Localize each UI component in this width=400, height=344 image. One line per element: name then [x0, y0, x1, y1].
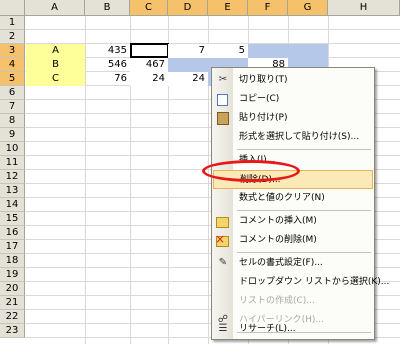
column-header-b[interactable]: B — [85, 0, 130, 16]
row-header-23[interactable]: 23 — [0, 324, 25, 338]
row-header-8[interactable]: 8 — [0, 114, 25, 128]
column-header-g[interactable]: G — [288, 0, 328, 16]
menu-item-copy[interactable]: コピー(C) — [213, 90, 373, 109]
column-header-d[interactable]: D — [168, 0, 208, 16]
menu-item-research[interactable]: ☰ リサーチ(L)... — [213, 320, 373, 339]
cell-b5[interactable]: 76 — [86, 72, 130, 86]
menu-item-paste-special[interactable]: 形式を選択して貼り付け(S)... — [213, 128, 373, 147]
paste-icon — [217, 112, 229, 125]
cell-e3[interactable]: 5 — [208, 44, 248, 58]
row-header-3[interactable]: 3 — [0, 44, 25, 58]
column-header-e[interactable]: E — [208, 0, 248, 16]
menu-item-format-cells[interactable]: ✎ セルの書式設定(F)... — [213, 254, 373, 273]
annotation-circle — [202, 160, 300, 182]
menu-item-label: 数式と値のクリア(N) — [239, 193, 325, 203]
menu-item-clear-contents[interactable]: 数式と値のクリア(N) — [213, 189, 373, 208]
column-header-a[interactable]: A — [25, 0, 85, 16]
select-all-corner[interactable] — [0, 0, 25, 16]
cell-b4[interactable]: 546 — [86, 58, 130, 72]
menu-item-delete-comment[interactable]: コメントの削除(M) — [213, 231, 373, 250]
row-header-12[interactable]: 12 — [0, 170, 25, 184]
menu-item-label: ドロップダウン リストから選択(K)... — [239, 277, 390, 287]
row-header-9[interactable]: 9 — [0, 128, 25, 142]
menu-item-label: リサーチ(L)... — [239, 324, 296, 334]
row-header-15[interactable]: 15 — [0, 212, 25, 226]
menu-item-paste[interactable]: 貼り付け(P) — [213, 109, 373, 128]
menu-separator — [237, 252, 371, 253]
row-header-6[interactable]: 6 — [0, 86, 25, 100]
column-header-h[interactable]: H — [328, 0, 400, 16]
row-header-5[interactable]: 5 — [0, 72, 25, 86]
row-header-17[interactable]: 17 — [0, 240, 25, 254]
row-header-2[interactable]: 2 — [0, 30, 25, 44]
row-header-11[interactable]: 11 — [0, 156, 25, 170]
menu-item-pick-from-dropdown[interactable]: ドロップダウン リストから選択(K)... — [213, 273, 389, 292]
menu-item-cut[interactable]: ✂ 切り取り(T) — [213, 71, 373, 90]
cell-a5[interactable]: C — [26, 72, 85, 86]
scissors-icon: ✂ — [218, 74, 228, 85]
menu-item-label: コメントの削除(M) — [239, 235, 317, 245]
cell-a4[interactable]: B — [26, 58, 85, 72]
menu-item-label: 形式を選択して貼り付け(S)... — [239, 132, 360, 142]
row-header-18[interactable]: 18 — [0, 254, 25, 268]
cell-d3[interactable]: 7 — [168, 44, 208, 58]
menu-item-label: コメントの挿入(M) — [239, 216, 317, 226]
comment-icon — [216, 217, 229, 228]
row-header-14[interactable]: 14 — [0, 198, 25, 212]
menu-item-label: コピー(C) — [239, 94, 280, 104]
cell-c3-active[interactable] — [130, 43, 169, 58]
cell-c5[interactable]: 24 — [130, 72, 168, 86]
row-header-22[interactable]: 22 — [0, 310, 25, 324]
row-header-13[interactable]: 13 — [0, 184, 25, 198]
column-header-c[interactable]: C — [130, 0, 168, 16]
menu-item-label: 貼り付け(P) — [239, 113, 288, 123]
row-header-19[interactable]: 19 — [0, 268, 25, 282]
delete-comment-icon — [215, 232, 229, 247]
research-icon: ☰ — [218, 323, 228, 334]
cell-a3[interactable]: A — [26, 44, 85, 58]
menu-separator — [237, 149, 371, 150]
row-header-1[interactable]: 1 — [0, 16, 25, 30]
column-header-f[interactable]: F — [248, 0, 288, 16]
menu-item-label: セルの書式設定(F)... — [239, 258, 323, 268]
cell-b3[interactable]: 435 — [86, 44, 130, 58]
row-header-20[interactable]: 20 — [0, 282, 25, 296]
cell-d5[interactable]: 24 — [168, 72, 208, 86]
menu-item-label: リストの作成(C)... — [239, 296, 315, 306]
row-header-4[interactable]: 4 — [0, 58, 25, 72]
format-cells-icon: ✎ — [218, 257, 228, 268]
row-header-16[interactable]: 16 — [0, 226, 25, 240]
copy-icon — [217, 94, 228, 106]
menu-item-label: 切り取り(T) — [239, 75, 288, 85]
menu-item-insert-comment[interactable]: コメントの挿入(M) — [213, 212, 373, 231]
row-header-21[interactable]: 21 — [0, 296, 25, 310]
row-header-10[interactable]: 10 — [0, 142, 25, 156]
cell-c4[interactable]: 467 — [130, 58, 168, 72]
row-header-7[interactable]: 7 — [0, 100, 25, 114]
context-menu: ✂ 切り取り(T) コピー(C) 貼り付け(P) 形式を選択して貼り付け(S).… — [211, 67, 389, 340]
menu-item-create-list: リストの作成(C)... — [213, 292, 373, 311]
menu-separator — [237, 210, 371, 211]
grid-line — [25, 29, 400, 30]
